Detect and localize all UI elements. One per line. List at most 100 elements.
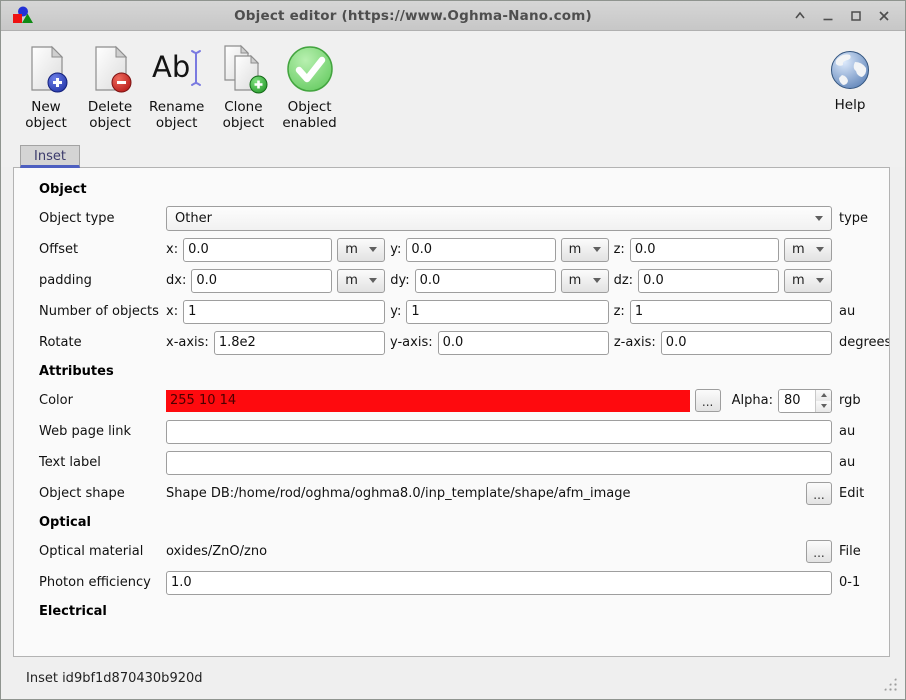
offset-x-label: x:	[166, 242, 179, 257]
rotate-label: Rotate	[39, 335, 82, 350]
clone-object-button[interactable]: Clone object	[212, 41, 274, 133]
document-add-icon	[22, 43, 70, 95]
photon-efficiency-row: Photon efficiency 0-1	[14, 567, 889, 598]
rotate-z-label: z-axis:	[613, 335, 656, 350]
offset-z-unit-select[interactable]: m	[784, 237, 832, 262]
inset-panel: Object Object type Other type Offset x: …	[13, 167, 890, 657]
tab-bar: Inset	[1, 143, 905, 168]
chevron-down-icon	[369, 247, 378, 252]
rotate-y-input[interactable]	[437, 330, 609, 355]
close-icon[interactable]	[877, 9, 891, 23]
offset-y-input[interactable]	[406, 237, 556, 262]
optical-material-row: Optical material oxides/ZnO/zno ... File	[14, 536, 889, 567]
rotate-row: Rotate x-axis: y-axis: z-axis: degrees	[14, 327, 889, 358]
number-of-objects-row: Number of objects x: y: z: au	[14, 296, 889, 327]
offset-y-unit-select[interactable]: m	[560, 237, 609, 262]
offset-z-label: z:	[613, 242, 625, 257]
object-shape-value: Shape DB:/home/rod/oghma/oghma8.0/inp_te…	[166, 486, 631, 501]
tab-inset[interactable]: Inset	[20, 145, 80, 168]
status-bar: Inset id9bf1d870430b920d	[1, 657, 905, 699]
padding-dx-unit-select[interactable]: m	[337, 268, 386, 293]
section-electrical: Electrical	[39, 604, 107, 619]
maximize-icon[interactable]	[849, 9, 863, 23]
chevron-down-icon	[816, 247, 824, 252]
count-x-input[interactable]	[183, 299, 386, 324]
resize-grip-icon[interactable]	[882, 676, 898, 692]
padding-dz-label: dz:	[613, 273, 634, 288]
document-clone-icon	[218, 43, 268, 95]
padding-dx-label: dx:	[166, 273, 187, 288]
titlebar: Object editor (https://www.Oghma-Nano.co…	[1, 1, 905, 31]
spin-up-icon[interactable]	[816, 389, 831, 401]
help-label: Help	[834, 97, 866, 113]
photon-efficiency-label: Photon efficiency	[39, 575, 151, 590]
padding-dy-unit-select[interactable]: m	[560, 268, 609, 293]
object-type-label: Object type	[39, 211, 115, 226]
object-type-select[interactable]: Other	[166, 206, 832, 231]
status-text: Inset id9bf1d870430b920d	[26, 670, 203, 686]
section-object: Object	[39, 182, 87, 197]
rotate-z-input[interactable]	[660, 330, 833, 355]
padding-dz-unit-select[interactable]: m	[784, 268, 832, 293]
padding-dy-unit-value: m	[568, 273, 582, 288]
optical-material-browse-button[interactable]: ...	[806, 540, 832, 563]
alpha-spinner[interactable]	[778, 388, 832, 413]
object-type-unit: type	[839, 211, 869, 226]
count-y-input[interactable]	[406, 299, 609, 324]
shade-icon[interactable]	[793, 9, 807, 23]
padding-dx-input[interactable]	[191, 268, 333, 293]
object-enabled-label: Object enabled	[282, 99, 337, 132]
padding-row: padding dx: m dy: m dz: m	[14, 265, 889, 296]
photon-efficiency-input[interactable]	[166, 570, 832, 595]
alpha-input[interactable]	[779, 389, 815, 412]
alpha-spin-buttons[interactable]	[815, 389, 831, 412]
text-label-input[interactable]	[166, 450, 832, 475]
window-controls	[793, 9, 897, 23]
minimize-icon[interactable]	[821, 9, 835, 23]
offset-y-label: y:	[390, 242, 402, 257]
web-page-link-unit: au	[839, 424, 856, 439]
new-object-button[interactable]: New object	[15, 41, 77, 133]
color-unit: rgb	[839, 393, 861, 408]
chevron-down-icon	[592, 247, 601, 252]
offset-y-unit-value: m	[568, 242, 582, 257]
padding-dy-label: dy:	[390, 273, 410, 288]
chevron-down-icon	[816, 278, 824, 283]
object-enabled-button[interactable]: Object enabled	[276, 41, 342, 133]
help-button[interactable]: Help	[819, 45, 881, 115]
rotate-unit: degrees	[839, 335, 890, 350]
section-attributes: Attributes	[39, 364, 114, 379]
delete-object-label: Delete object	[87, 99, 133, 132]
document-remove-icon	[86, 43, 134, 95]
web-page-link-input[interactable]	[166, 419, 832, 444]
number-of-objects-label: Number of objects	[39, 304, 159, 319]
chevron-down-icon	[369, 278, 378, 283]
padding-dz-input[interactable]	[638, 268, 779, 293]
svg-text:Ab: Ab	[152, 50, 190, 84]
offset-z-input[interactable]	[629, 237, 779, 262]
rotate-x-input[interactable]	[213, 330, 386, 355]
offset-x-unit-select[interactable]: m	[337, 237, 386, 262]
globe-icon	[828, 47, 872, 93]
count-x-label: x:	[166, 304, 179, 319]
photon-efficiency-unit: 0-1	[839, 575, 861, 590]
web-page-link-row: Web page link au	[14, 416, 889, 447]
count-z-input[interactable]	[629, 299, 832, 324]
optical-material-label: Optical material	[39, 544, 144, 559]
number-of-objects-unit: au	[839, 304, 856, 319]
offset-x-input[interactable]	[183, 237, 333, 262]
web-page-link-label: Web page link	[39, 424, 132, 439]
color-swatch-field[interactable]: 255 10 14	[166, 389, 690, 412]
padding-dy-input[interactable]	[414, 268, 556, 293]
object-editor-window: Object editor (https://www.Oghma-Nano.co…	[0, 0, 906, 700]
delete-object-button[interactable]: Delete object	[79, 41, 141, 133]
count-y-label: y:	[390, 304, 402, 319]
color-browse-button[interactable]: ...	[694, 389, 721, 412]
spin-down-icon[interactable]	[816, 400, 831, 412]
object-shape-browse-button[interactable]: ...	[806, 482, 832, 505]
text-label-label: Text label	[39, 455, 101, 470]
text-label-row: Text label au	[14, 447, 889, 478]
offset-z-unit-value: m	[792, 242, 805, 257]
window-title: Object editor (https://www.Oghma-Nano.co…	[234, 7, 592, 24]
rename-object-button[interactable]: Ab Rename object	[143, 41, 210, 133]
